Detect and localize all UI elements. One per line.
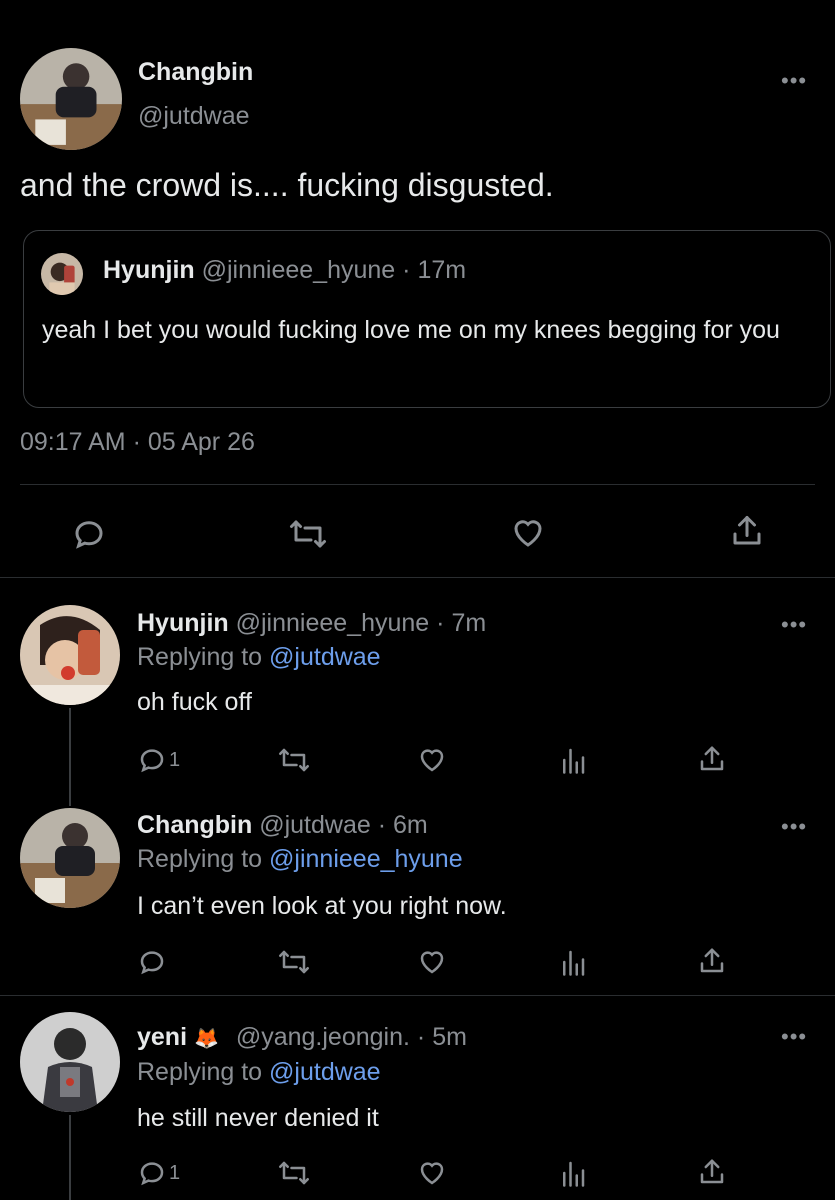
retweet-button[interactable] <box>277 947 311 977</box>
replying-handle-link[interactable]: @jutdwae <box>269 643 381 671</box>
reply-icon <box>140 1162 164 1186</box>
share-icon <box>700 746 724 771</box>
quote-author-handle: @jinnieee_hyune <box>201 256 396 284</box>
quote-time: 17m <box>417 256 467 284</box>
replying-to: Replying to @jutdwae <box>137 643 381 672</box>
separator: · <box>402 256 411 284</box>
replying-to: Replying to @jutdwae <box>137 1058 381 1087</box>
quote-text: yeah I bet you would fucking love me on … <box>42 316 780 344</box>
divider <box>0 995 835 996</box>
quote-author-name: Hyunjin <box>103 256 195 284</box>
share-button[interactable] <box>697 945 727 977</box>
reply-text: he still never denied it <box>137 1104 379 1132</box>
retweet-button[interactable] <box>277 1158 311 1188</box>
retweet-button[interactable] <box>288 516 328 552</box>
more-icon[interactable]: ••• <box>781 614 807 636</box>
divider <box>0 577 835 578</box>
avatar <box>41 253 83 295</box>
share-icon <box>700 1159 724 1184</box>
author-handle[interactable]: @jinnieee_hyune <box>236 609 430 637</box>
share-button[interactable] <box>697 743 727 775</box>
replying-handle-link[interactable]: @jutdwae <box>269 1058 381 1086</box>
separator: · <box>416 1023 426 1051</box>
quote-tweet[interactable]: Hyunjin @jinnieee_hyune · 17m yeah I bet… <box>23 230 831 408</box>
views-icon <box>563 1161 585 1187</box>
reply-icon <box>75 521 103 549</box>
more-icon[interactable]: ••• <box>781 816 807 838</box>
like-icon <box>420 951 444 974</box>
author-name[interactable]: Changbin <box>138 58 253 87</box>
like-button[interactable] <box>416 745 448 775</box>
reply-text: oh fuck off <box>137 688 252 716</box>
views-button[interactable] <box>560 947 586 977</box>
reply-text: I can’t even look at you right now. <box>137 892 507 920</box>
retweet-button[interactable] <box>277 745 311 775</box>
reply-count: 1 <box>169 1161 181 1184</box>
views-button[interactable] <box>560 1158 586 1188</box>
like-icon <box>420 749 444 772</box>
reply-icon <box>140 951 164 975</box>
reply-time: 7m <box>451 609 487 637</box>
share-icon <box>733 516 761 545</box>
thread-line <box>69 708 71 806</box>
reply-header: Hyunjin @jinnieee_hyune · 7m <box>137 609 486 638</box>
views-button[interactable] <box>560 745 586 775</box>
replying-to: Replying to @jinnieee_hyune <box>137 845 463 874</box>
views-icon <box>563 748 585 774</box>
reply-count: 1 <box>169 748 181 771</box>
tweet-timestamp: 09:17 AM · 05 Apr 26 <box>20 428 255 456</box>
reply-button[interactable]: 1 <box>137 745 180 775</box>
separator: · <box>436 609 445 637</box>
replying-prefix: Replying to <box>137 845 263 873</box>
share-button[interactable] <box>729 512 765 550</box>
author-handle[interactable]: @jutdwae <box>138 102 250 131</box>
retweet-icon <box>279 950 309 974</box>
share-icon <box>700 948 724 973</box>
avatar[interactable] <box>20 605 120 705</box>
fox-emoji: 🦊 <box>193 1028 219 1050</box>
reply-button[interactable] <box>71 516 107 552</box>
author-name[interactable]: Changbin <box>137 811 252 839</box>
retweet-icon <box>290 520 326 548</box>
author-name[interactable]: yeni <box>137 1023 187 1051</box>
avatar[interactable] <box>20 808 120 908</box>
author-handle[interactable]: @yang.jeongin. <box>236 1023 410 1051</box>
author-handle[interactable]: @jutdwae <box>259 811 371 839</box>
replying-prefix: Replying to <box>137 643 263 671</box>
more-icon[interactable]: ••• <box>781 1026 807 1048</box>
like-icon <box>420 1162 444 1185</box>
reply-time: 6m <box>393 811 428 839</box>
separator: · <box>377 811 387 839</box>
retweet-icon <box>279 1161 309 1185</box>
author-name[interactable]: Hyunjin <box>137 609 229 637</box>
thread-line <box>69 1115 71 1200</box>
reply-icon <box>140 749 164 773</box>
like-button[interactable] <box>416 1158 448 1188</box>
like-icon <box>514 520 542 547</box>
avatar[interactable] <box>20 1012 120 1112</box>
quote-header: Hyunjin @jinnieee_hyune · 17m <box>103 256 466 285</box>
reply-header: yeni 🦊 @yang.jeongin. · 5m <box>137 1023 467 1052</box>
reply-time: 5m <box>432 1023 467 1051</box>
share-button[interactable] <box>697 1156 727 1188</box>
retweet-icon <box>279 748 309 772</box>
divider <box>20 484 815 485</box>
replying-prefix: Replying to <box>137 1058 263 1086</box>
like-button[interactable] <box>509 515 547 551</box>
reply-button[interactable] <box>137 947 169 977</box>
like-button[interactable] <box>416 947 448 977</box>
reply-header: Changbin @jutdwae · 6m <box>137 811 428 840</box>
avatar[interactable] <box>20 48 122 150</box>
views-icon <box>563 950 585 976</box>
more-icon[interactable]: ••• <box>781 70 807 92</box>
replying-handle-link[interactable]: @jinnieee_hyune <box>269 845 463 873</box>
reply-button[interactable]: 1 <box>137 1158 180 1188</box>
tweet-text: and the crowd is.... fucking disgusted. <box>20 167 554 203</box>
